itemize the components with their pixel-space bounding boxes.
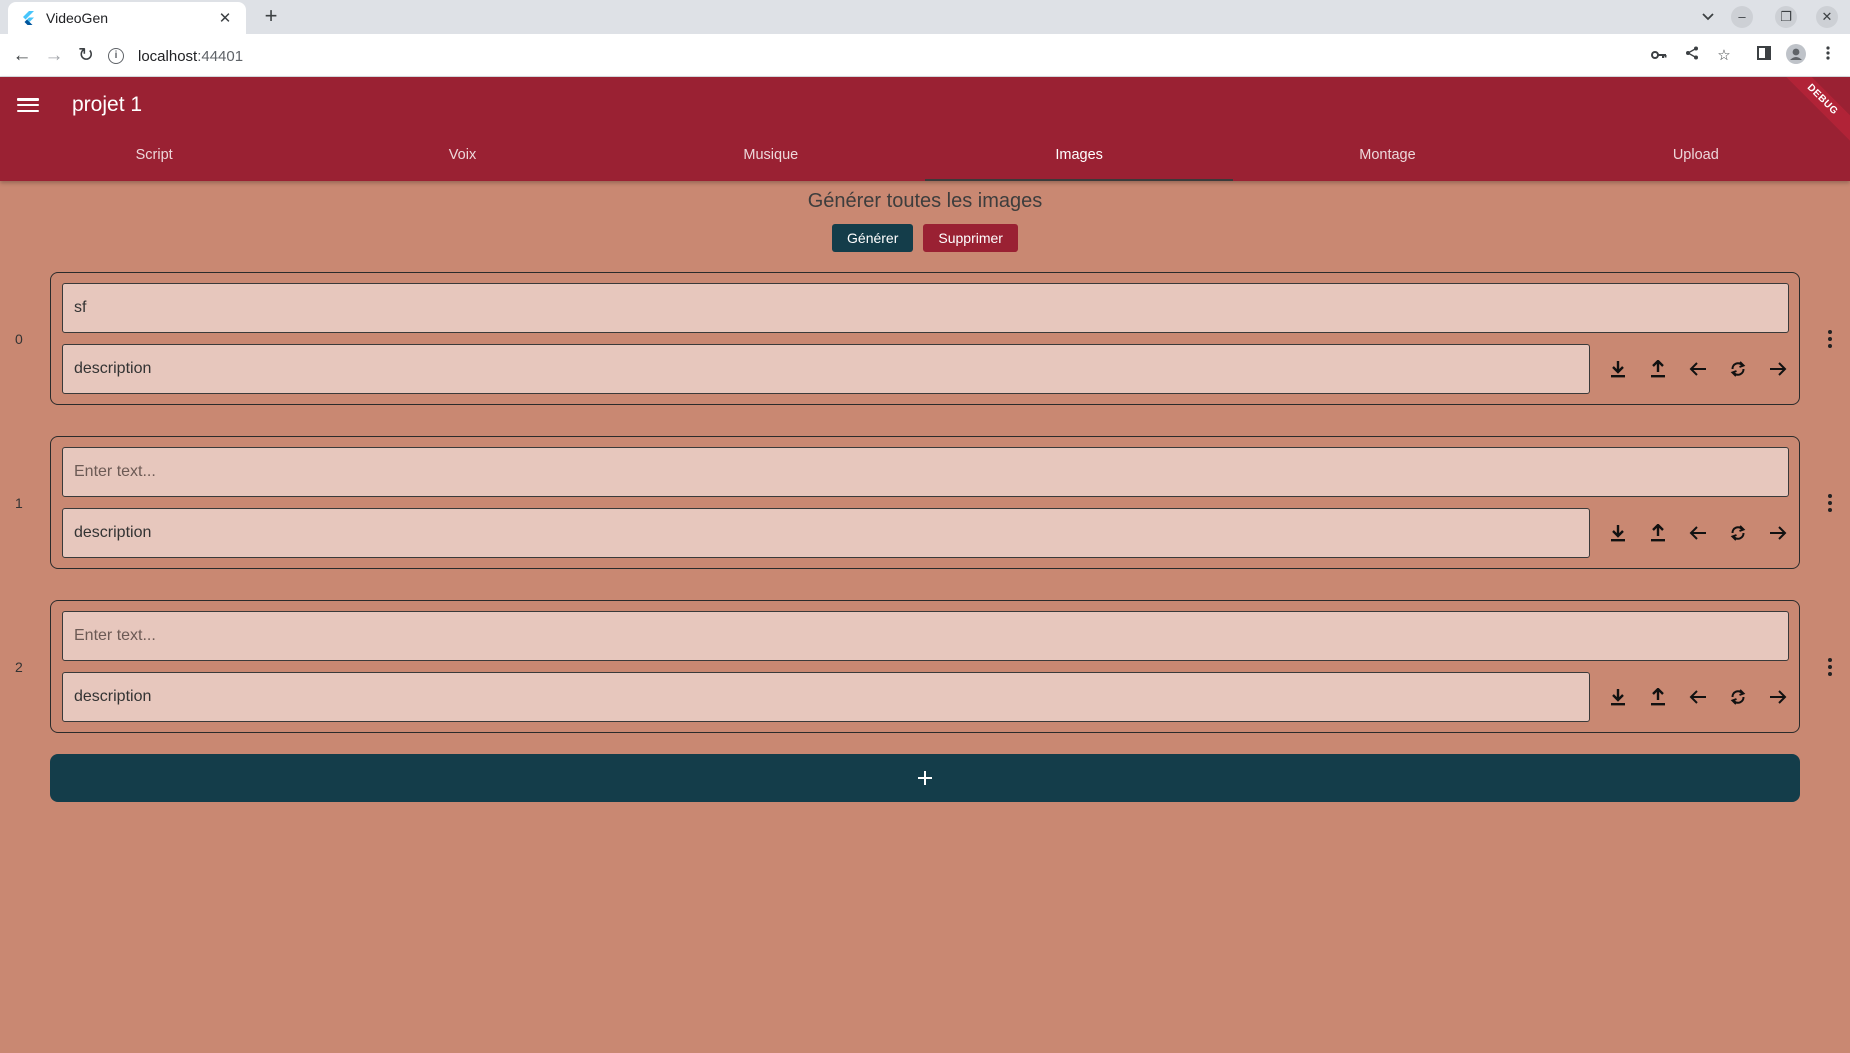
- flutter-favicon-icon: [20, 10, 36, 26]
- menu-icon[interactable]: [17, 95, 39, 115]
- tab-montage[interactable]: Montage: [1233, 132, 1541, 181]
- tab-musique[interactable]: Musique: [617, 132, 925, 181]
- bookmark-star-icon[interactable]: ☆: [1712, 44, 1736, 68]
- arrow-right-icon[interactable]: [1758, 515, 1798, 551]
- reload-icon[interactable]: ↻: [72, 42, 100, 70]
- generate-button-row: Générer Supprimer: [0, 224, 1850, 252]
- item-index: 1: [15, 495, 23, 511]
- close-window-icon[interactable]: ✕: [1816, 6, 1838, 28]
- tab-voix[interactable]: Voix: [308, 132, 616, 181]
- delete-button[interactable]: Supprimer: [923, 224, 1018, 252]
- item-text-field[interactable]: sf: [62, 283, 1789, 333]
- section-tabs: Script Voix Musique Images Montage Uploa…: [0, 132, 1850, 181]
- key-icon[interactable]: [1647, 44, 1671, 68]
- item-actions: [1598, 679, 1798, 715]
- upload-icon[interactable]: [1638, 679, 1678, 715]
- arrow-right-icon[interactable]: [1758, 679, 1798, 715]
- browser-tab-title: VideoGen: [46, 10, 109, 26]
- item-description-field[interactable]: description: [62, 672, 1590, 722]
- refresh-icon[interactable]: [1718, 351, 1758, 387]
- minimize-window-icon[interactable]: –: [1731, 6, 1753, 28]
- image-item-card: Enter text... description: [50, 600, 1800, 733]
- item-actions: [1598, 515, 1798, 551]
- browser-menu-icon[interactable]: [1816, 44, 1840, 68]
- item-actions: [1598, 351, 1798, 387]
- side-panel-icon[interactable]: [1752, 44, 1776, 68]
- profile-avatar-icon[interactable]: [1784, 44, 1808, 68]
- url-port: :44401: [197, 47, 244, 65]
- address-bar[interactable]: i localhost:44401: [108, 40, 1638, 72]
- restore-window-icon[interactable]: ❐: [1775, 6, 1797, 28]
- forward-arrow-icon[interactable]: →: [40, 42, 68, 70]
- add-item-button[interactable]: [50, 754, 1800, 802]
- item-more-options-icon[interactable]: [1822, 327, 1838, 351]
- item-description-field[interactable]: description: [62, 508, 1590, 558]
- browser-tabstrip: VideoGen ✕ + – ❐ ✕: [0, 0, 1850, 34]
- browser-tab[interactable]: VideoGen ✕: [8, 2, 246, 34]
- close-tab-icon[interactable]: ✕: [216, 9, 234, 27]
- share-icon[interactable]: [1680, 44, 1704, 68]
- refresh-icon[interactable]: [1718, 515, 1758, 551]
- back-arrow-icon[interactable]: ←: [8, 42, 36, 70]
- upload-icon[interactable]: [1638, 515, 1678, 551]
- image-item-card: sf description: [50, 272, 1800, 405]
- item-text-field[interactable]: Enter text...: [62, 447, 1789, 497]
- item-more-options-icon[interactable]: [1822, 491, 1838, 515]
- browser-toolbar: ← → ↻ i localhost:44401 ☆: [0, 34, 1850, 77]
- refresh-icon[interactable]: [1718, 679, 1758, 715]
- plus-icon: [918, 771, 932, 785]
- site-info-icon[interactable]: i: [108, 48, 124, 64]
- generate-all-images-title: Générer toutes les images: [807, 190, 1043, 212]
- arrow-left-icon[interactable]: [1678, 351, 1718, 387]
- project-title: projet 1: [72, 93, 143, 116]
- item-index: 2: [15, 659, 23, 675]
- download-icon[interactable]: [1598, 515, 1638, 551]
- item-description-field[interactable]: description: [62, 344, 1590, 394]
- generate-button[interactable]: Générer: [832, 224, 914, 252]
- item-text-field[interactable]: Enter text...: [62, 611, 1789, 661]
- image-item-card: Enter text... description: [50, 436, 1800, 569]
- url-host: localhost: [138, 47, 198, 65]
- upload-icon[interactable]: [1638, 351, 1678, 387]
- tab-upload[interactable]: Upload: [1542, 132, 1850, 181]
- arrow-right-icon[interactable]: [1758, 351, 1798, 387]
- download-icon[interactable]: [1598, 679, 1638, 715]
- arrow-left-icon[interactable]: [1678, 679, 1718, 715]
- tab-script[interactable]: Script: [0, 132, 308, 181]
- item-more-options-icon[interactable]: [1822, 655, 1838, 679]
- item-index: 0: [15, 331, 23, 347]
- arrow-left-icon[interactable]: [1678, 515, 1718, 551]
- tab-images[interactable]: Images: [924, 132, 1234, 181]
- download-icon[interactable]: [1598, 351, 1638, 387]
- tab-search-icon[interactable]: [1697, 6, 1719, 28]
- new-tab-button[interactable]: +: [258, 4, 284, 30]
- app-bar: projet 1 DEBUG Script Voix Musique Image…: [0, 77, 1850, 181]
